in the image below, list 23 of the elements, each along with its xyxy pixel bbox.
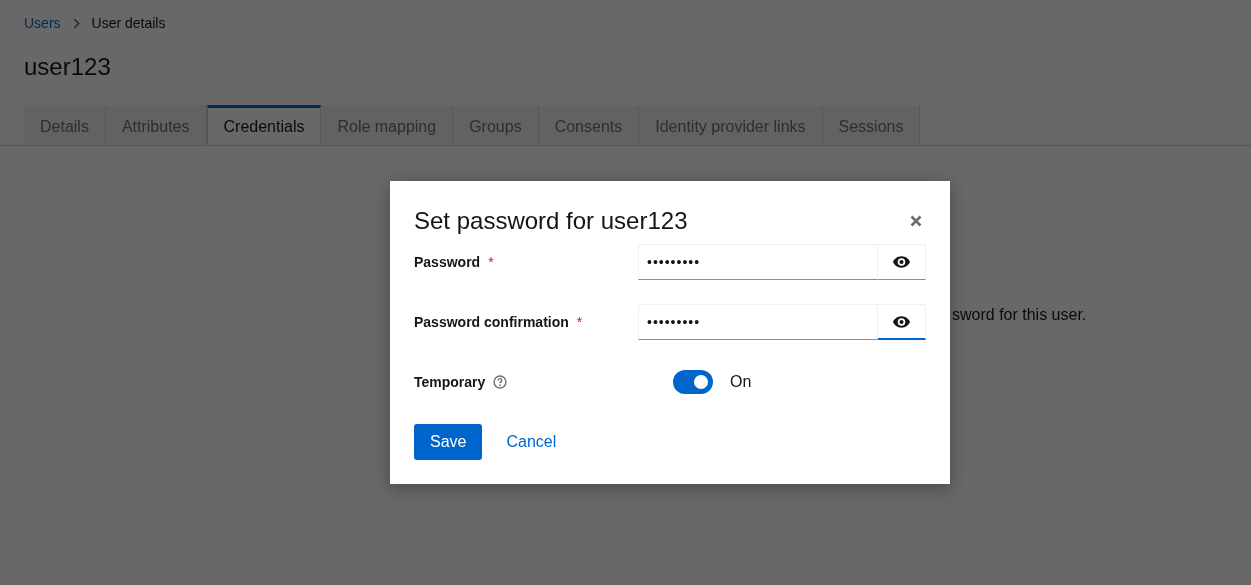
background-text: sword for this user. — [952, 306, 1087, 323]
breadcrumb-current: User details — [91, 15, 166, 31]
dialog-title: Set password for user123 — [414, 207, 688, 235]
eye-icon — [893, 256, 910, 268]
cancel-link[interactable]: Cancel — [490, 424, 573, 460]
breadcrumb-link[interactable]: Users — [24, 15, 61, 31]
password-field[interactable]: ••••••••• — [638, 244, 878, 280]
required-mark: * — [488, 254, 494, 270]
eye-icon — [893, 315, 910, 328]
required-mark: * — [576, 314, 583, 330]
page-title: user123 — [23, 52, 112, 82]
help-icon[interactable] — [493, 375, 508, 389]
tab[interactable]: Credentials — [206, 105, 322, 145]
chevron-right-icon — [72, 17, 80, 29]
show-password-button[interactable] — [878, 244, 926, 280]
toggle-switch[interactable] — [673, 370, 713, 394]
field-label: Temporary — [414, 374, 486, 390]
field-label: Password — [414, 254, 481, 270]
save-button[interactable]: Save — [414, 424, 483, 460]
show-password-button[interactable] — [878, 304, 926, 340]
password-field[interactable]: ••••••••• — [638, 304, 878, 340]
toggle-state-label: On — [730, 373, 752, 391]
field-label: Password confirmation — [414, 314, 569, 330]
